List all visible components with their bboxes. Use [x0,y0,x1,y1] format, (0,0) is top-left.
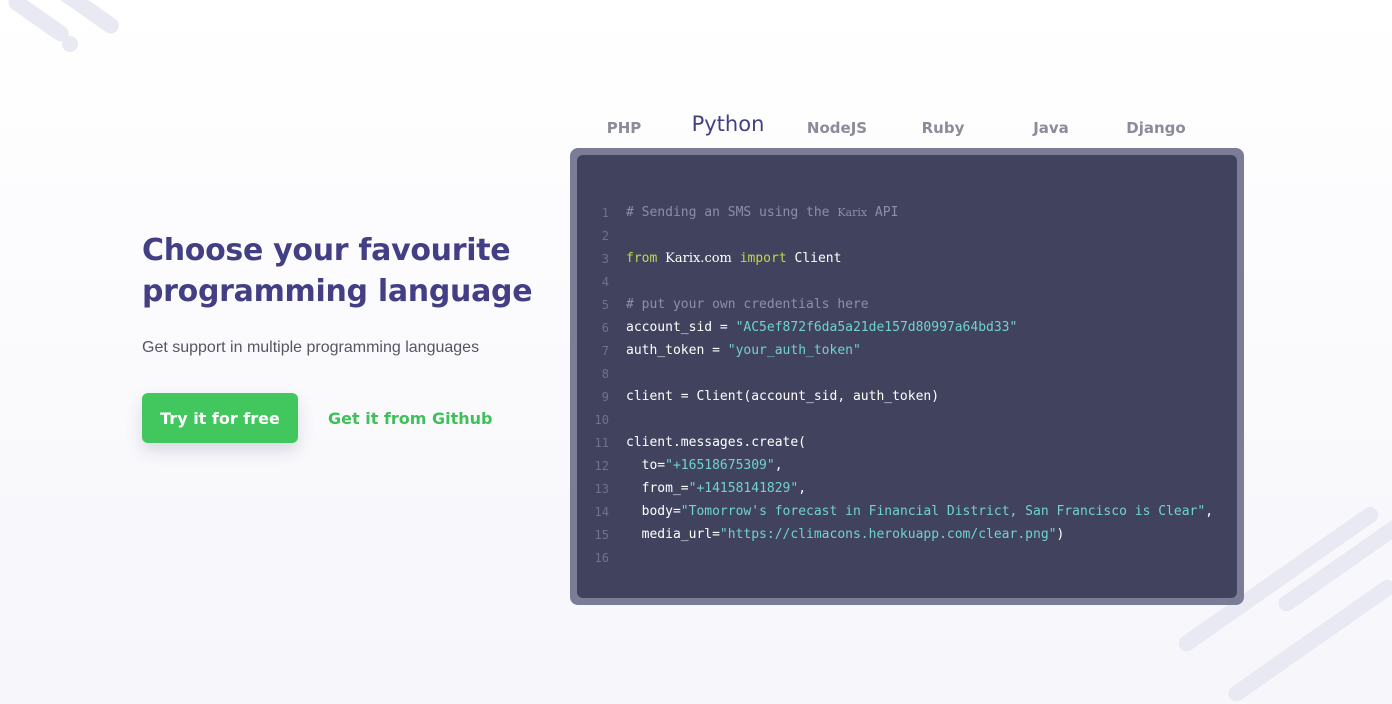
code-text: # Sending an SMS using the Karix API [626,205,898,220]
code-line: 7 auth_token = "your_auth_token" [577,339,1237,362]
code-text: media_url="https://climacons.herokuapp.c… [626,527,1065,542]
title-line-1: Choose your favourite [142,233,511,268]
line-number: 16 [594,550,609,565]
code-token: "your_auth_token" [727,343,861,358]
hero-section: Choose your favourite programming langua… [142,230,542,443]
code-token: media_url= [626,527,720,542]
line-number: 6 [601,320,609,335]
code-line: 3 from Karix.com import Client [577,247,1237,270]
code-token: body= [626,504,681,519]
code-token: account_sid = [626,320,736,335]
line-number: 3 [601,251,609,266]
code-token: client.messages.create( [626,435,807,450]
code-block: 1 # Sending an SMS using the Karix API 2 3 f… [577,155,1237,598]
code-token: API [867,205,899,220]
code-line: 8 [577,362,1237,385]
line-number: 15 [594,527,609,542]
code-line: 14 body="Tomorrow's forecast in Financia… [577,500,1237,523]
code-text: from_="+14158141829", [626,481,806,496]
code-token: from_= [626,481,689,496]
code-token: Client [794,251,842,266]
code-line: 6 account_sid = "AC5ef872f6da5a21de157d80… [577,316,1237,339]
line-number: 12 [594,458,609,473]
line-number: 9 [601,389,609,404]
code-line: 15 media_url="https://climacons.herokuap… [577,523,1237,546]
code-token: Karix.com [665,251,732,266]
code-line: 10 [577,408,1237,431]
line-number: 8 [601,366,609,381]
code-token: to= [626,458,666,473]
github-link[interactable]: Get it from Github [328,409,493,428]
code-token: "AC5ef872f6da5a21de157d80997a64bd33" [735,320,1018,335]
hero-actions: Try it for free Get it from Github [142,393,542,443]
line-number: 10 [594,412,609,427]
code-line: 1 # Sending an SMS using the Karix API [577,201,1237,224]
code-line: 5 # put your own credentials here [577,293,1237,316]
line-number: 4 [601,274,609,289]
page-subtitle: Get support in multiple programming lang… [142,339,480,356]
code-text: # put your own credentials here [626,297,869,312]
code-token: , [798,481,807,496]
code-token: client = Client(account_sid, auth_token) [626,389,940,404]
code-line: 16 [577,546,1237,569]
code-text: to="+16518675309", [626,458,783,473]
code-token: , [774,458,783,473]
code-token: # Sending an SMS using the [626,205,838,220]
code-text: auth_token = "your_auth_token" [626,343,861,358]
code-line: 12 to="+16518675309", [577,454,1237,477]
line-number: 14 [594,504,609,519]
try-free-button[interactable]: Try it for free [142,393,298,443]
code-token: , [1205,504,1214,519]
line-number: 11 [594,435,609,450]
code-line: 2 [577,224,1237,247]
line-number: 5 [601,297,609,312]
code-token: import [731,251,795,266]
code-token: "https://climacons.herokuapp.com/clear.p… [719,527,1057,542]
line-number: 13 [594,481,609,496]
code-line: 13 from_="+14158141829", [577,477,1237,500]
code-token: "Tomorrow's forecast in Financial Distri… [680,504,1206,519]
line-number: 7 [601,343,609,358]
code-line: 11 client.messages.create( [577,431,1237,454]
code-text: account_sid = "AC5ef872f6da5a21de157d809… [626,320,1017,335]
line-number: 2 [601,228,609,243]
code-token: "+16518675309" [665,458,775,473]
code-token: auth_token = [626,343,728,358]
code-token: from [626,251,666,266]
code-line: 9 client = Client(account_sid, auth_token… [577,385,1237,408]
code-token: ) [1056,527,1065,542]
code-text: from Karix.com import Client [626,251,841,266]
code-text: body="Tomorrow's forecast in Financial D… [626,504,1213,519]
code-token: # put your own credentials here [626,297,869,312]
line-number: 1 [601,205,609,220]
title-line-2: programming language [142,274,533,309]
code-token: "+14158141829" [688,481,799,496]
code-text: client.messages.create( [626,435,806,450]
code-token: Karix [837,206,868,219]
code-text: client = Client(account_sid, auth_token) [626,389,939,404]
code-window: 1 # Sending an SMS using the Karix API 2 3 f… [570,148,1244,605]
code-line: 4 [577,270,1237,293]
page-title: Choose your favourite programming langua… [142,230,542,312]
